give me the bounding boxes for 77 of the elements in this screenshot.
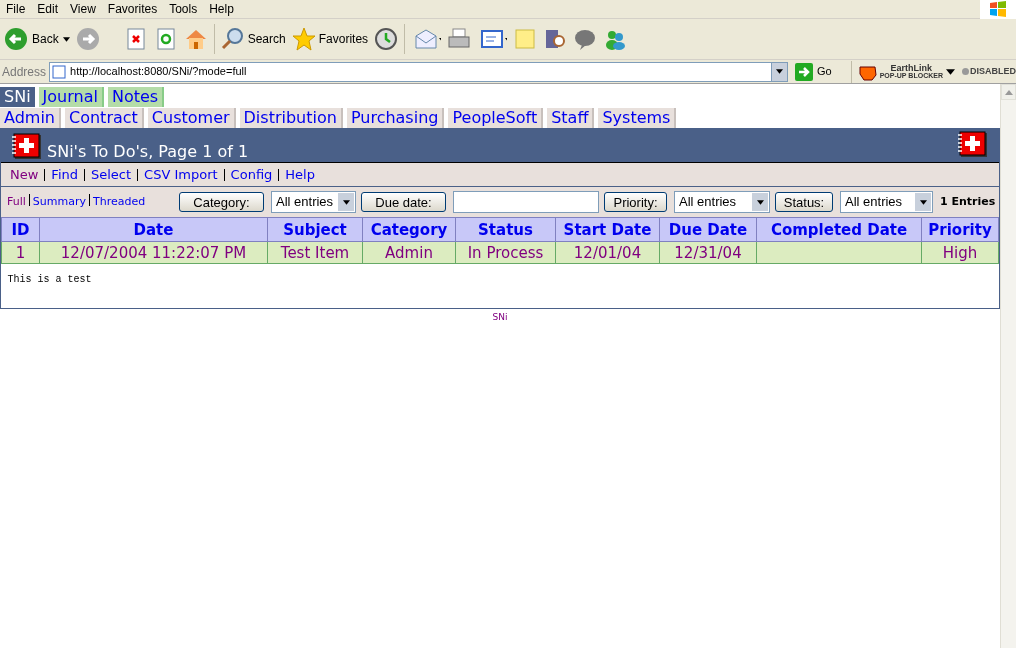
- history-icon[interactable]: [374, 27, 399, 51]
- module-tab[interactable]: Customer: [147, 108, 236, 128]
- filter-select[interactable]: All entries: [271, 191, 356, 213]
- action-link[interactable]: Help: [285, 164, 315, 185]
- search-icon: [220, 27, 245, 51]
- caret-icon: [756, 199, 764, 205]
- column-header[interactable]: Completed Date: [756, 217, 922, 242]
- filter-button[interactable]: Category:: [179, 192, 264, 212]
- column-header[interactable]: Subject: [267, 217, 363, 242]
- menu-item[interactable]: Favorites: [101, 0, 164, 18]
- due-date-field[interactable]: [453, 191, 599, 213]
- back-button[interactable]: Back: [4, 27, 70, 51]
- menu-item[interactable]: Edit: [31, 0, 65, 18]
- address-label: Address: [2, 63, 47, 81]
- column-header[interactable]: Category: [362, 217, 456, 242]
- action-link[interactable]: Select: [91, 164, 132, 185]
- caret-icon: [342, 199, 350, 205]
- menu-item[interactable]: Help: [203, 0, 240, 18]
- action-link[interactable]: Config: [230, 164, 273, 185]
- column-header[interactable]: ID: [1, 217, 40, 242]
- dropdown-button[interactable]: [771, 62, 787, 81]
- view-link[interactable]: Full: [7, 193, 26, 211]
- address-field[interactable]: http://localhost:8080/SNi/?mode=full: [49, 61, 788, 82]
- speech-bubble-icon[interactable]: [573, 27, 598, 51]
- favorites-button[interactable]: Favorites: [291, 27, 369, 51]
- page-title: SNi's To Do's, Page 1 of 1: [47, 143, 249, 161]
- module-tab[interactable]: Staff: [547, 108, 595, 128]
- app-tab[interactable]: Notes: [107, 87, 165, 107]
- column-header[interactable]: Priority: [921, 217, 999, 242]
- caret-icon: [946, 68, 955, 75]
- action-link[interactable]: New: [10, 164, 39, 185]
- windows-logo-icon: [989, 1, 1007, 17]
- page-icon: [52, 64, 67, 79]
- app-tab[interactable]: Journal: [38, 87, 104, 107]
- action-link[interactable]: CSV Import: [144, 164, 218, 185]
- filter-button[interactable]: Priority:: [604, 192, 667, 212]
- caret-icon: [776, 69, 783, 74]
- view-link[interactable]: Summary: [32, 193, 86, 211]
- filter-select[interactable]: All entries: [674, 191, 770, 213]
- menu-item[interactable]: File: [0, 0, 32, 18]
- column-header[interactable]: Due Date: [659, 217, 757, 242]
- menu-item[interactable]: View: [64, 0, 102, 18]
- caret-icon: [62, 36, 70, 42]
- printer-icon[interactable]: [447, 27, 472, 51]
- dropdown-button[interactable]: [915, 193, 931, 211]
- module-tab[interactable]: Purchasing: [346, 108, 445, 128]
- footer-text: SNi: [492, 310, 508, 324]
- scroll-up-button[interactable]: [1001, 84, 1016, 100]
- filter-select[interactable]: All entries: [840, 191, 933, 213]
- menu-item[interactable]: Tools: [163, 0, 204, 18]
- module-tab[interactable]: Distribution: [239, 108, 343, 128]
- action-link[interactable]: Find: [51, 164, 78, 185]
- filter-button[interactable]: Status:: [775, 192, 833, 212]
- go-button[interactable]: Go: [795, 62, 832, 81]
- url-text: http://localhost:8080/SNi/?mode=full: [70, 64, 248, 80]
- up-arrow-icon: [1004, 89, 1013, 95]
- scrollbar[interactable]: [1000, 84, 1016, 648]
- dropdown-button[interactable]: [752, 193, 768, 211]
- filter-button[interactable]: Due date:: [361, 192, 446, 212]
- module-tab[interactable]: PeopleSoft: [448, 108, 544, 128]
- table-cell: 12/07/2004 11:22:07 PM: [39, 241, 268, 264]
- column-header[interactable]: Start Date: [555, 217, 660, 242]
- entries-count: 1 Entries: [940, 193, 996, 210]
- search-button[interactable]: Search: [220, 27, 286, 51]
- blocker-status: DISABLED: [962, 64, 1016, 79]
- column-header[interactable]: Status: [455, 217, 556, 242]
- column-header[interactable]: Date: [39, 217, 268, 242]
- star-icon: [291, 27, 316, 51]
- module-tab[interactable]: Contract: [65, 108, 144, 128]
- dropdown-button[interactable]: [338, 193, 354, 211]
- module-tab[interactable]: Systems: [598, 108, 677, 128]
- table-cell: 1: [1, 241, 40, 264]
- app-tab[interactable]: SNi: [0, 87, 35, 107]
- module-tab[interactable]: Admin: [0, 108, 61, 128]
- view-link[interactable]: Threaded: [93, 193, 146, 211]
- caret-icon: [919, 199, 927, 205]
- brand-text: EarthLink: [889, 63, 934, 72]
